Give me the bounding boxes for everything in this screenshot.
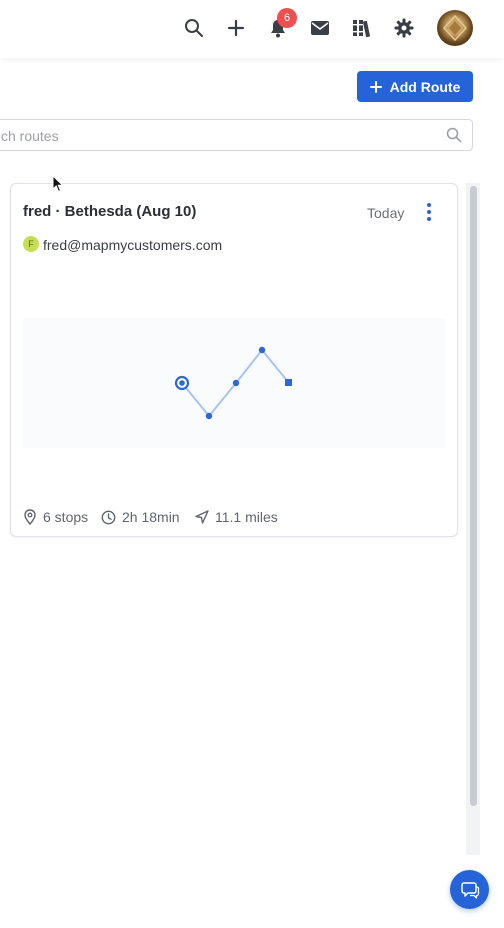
chat-support-button[interactable]: [450, 870, 489, 909]
route-duration: 2h 18min: [101, 509, 180, 525]
route-date: Today: [367, 205, 405, 221]
search-icon: [446, 127, 462, 148]
chat-icon: [460, 881, 479, 899]
add-route-label: Add Route: [389, 78, 461, 95]
route-card[interactable]: fred · Bethesda (Aug 10) Today F fred@ma…: [10, 183, 458, 537]
route-title[interactable]: fred · Bethesda (Aug 10): [23, 203, 196, 220]
route-stop-marker: [258, 346, 266, 354]
owner-avatar: F: [23, 236, 39, 252]
search-routes-input[interactable]: ch routes: [0, 119, 473, 151]
map-pin-icon: [24, 509, 36, 525]
clock-icon: [101, 510, 116, 524]
duration-label: 2h 18min: [122, 509, 180, 525]
gear-icon[interactable]: [391, 15, 417, 41]
search-placeholder: ch routes: [1, 128, 59, 144]
library-icon[interactable]: [349, 15, 375, 41]
top-navigation-bar: 6: [0, 0, 504, 58]
avatar[interactable]: [437, 10, 473, 46]
route-stop-marker: [205, 412, 213, 420]
notification-count-badge: 6: [277, 8, 297, 28]
plus-icon[interactable]: [223, 15, 249, 41]
mouse-cursor-icon: [52, 174, 64, 198]
add-route-button[interactable]: Add Route: [357, 71, 473, 102]
plus-icon: [369, 80, 382, 93]
more-options-icon[interactable]: [421, 202, 437, 222]
stops-count: 6 stops: [23, 509, 88, 525]
mail-icon[interactable]: [307, 15, 333, 41]
search-icon[interactable]: [181, 15, 207, 41]
scrollbar-thumb[interactable]: [470, 186, 477, 806]
navigation-arrow-icon: [195, 510, 209, 524]
owner-email: fred@mapmycustomers.com: [43, 237, 223, 253]
route-end-marker: [285, 379, 292, 386]
distance-label: 11.1 miles: [215, 509, 278, 525]
route-path-preview: [23, 318, 445, 448]
stops-label: 6 stops: [43, 509, 89, 525]
route-stop-marker: [232, 379, 240, 387]
route-distance: 11.1 miles: [195, 509, 278, 525]
